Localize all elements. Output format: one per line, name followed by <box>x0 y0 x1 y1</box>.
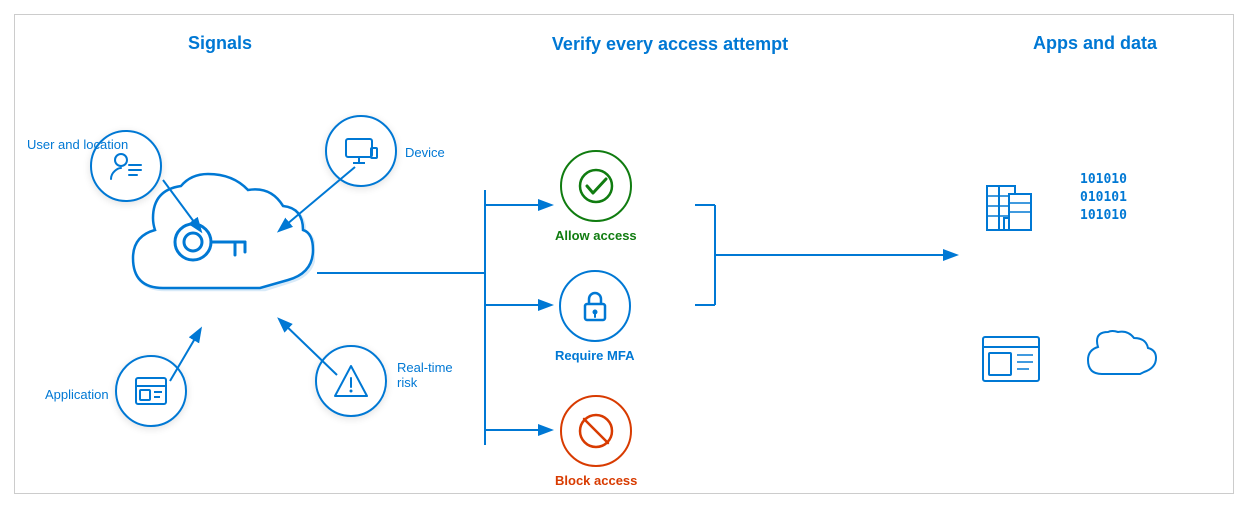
mfa-lock-icon <box>575 286 615 326</box>
block-icon <box>576 411 616 451</box>
apps-title: Apps and data <box>985 33 1205 54</box>
allow-circle <box>560 150 632 222</box>
require-mfa-item: Require MFA <box>555 270 634 363</box>
verify-title: Verify every access attempt <box>545 33 795 56</box>
cloud-icon-wrapper <box>1080 330 1160 385</box>
binary-data-icon-wrapper: 101010 010101 101010 <box>1075 165 1165 245</box>
block-access-item: Block access <box>555 395 637 488</box>
dashboard-icon-wrapper <box>975 325 1047 397</box>
mfa-label: Require MFA <box>555 348 634 363</box>
binary-data-icon: 101010 010101 101010 <box>1075 165 1165 245</box>
allow-access-item: Allow access <box>555 150 637 243</box>
building-icon <box>979 174 1043 238</box>
dashboard-icon <box>979 333 1043 388</box>
block-circle <box>560 395 632 467</box>
svg-text:010101: 010101 <box>1080 190 1127 205</box>
allow-checkmark-icon <box>576 166 616 206</box>
cloud-icon <box>1080 330 1160 385</box>
svg-text:101010: 101010 <box>1080 172 1127 187</box>
allow-label: Allow access <box>555 228 637 243</box>
verify-to-apps-arrows <box>15 15 1015 495</box>
mfa-circle <box>559 270 631 342</box>
svg-text:101010: 101010 <box>1080 208 1127 223</box>
building-icon-wrapper <box>975 170 1047 242</box>
diagram-container: Signals User and location Device App <box>14 14 1234 494</box>
block-label: Block access <box>555 473 637 488</box>
